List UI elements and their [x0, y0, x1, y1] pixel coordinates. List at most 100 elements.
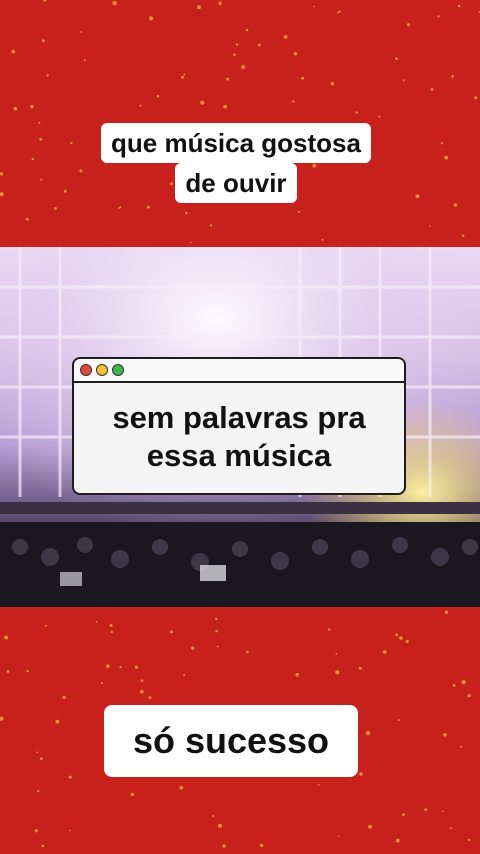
speckle	[259, 843, 264, 848]
speckle	[258, 43, 261, 47]
speckle	[467, 838, 471, 842]
speckle	[399, 636, 403, 640]
speckle	[63, 189, 67, 193]
speckle	[457, 4, 461, 8]
speckle	[4, 635, 9, 640]
speckle	[330, 81, 335, 86]
speckle	[46, 74, 49, 77]
speckle	[185, 212, 188, 215]
speckle	[395, 57, 398, 60]
speckle	[6, 670, 10, 673]
speckle	[31, 157, 34, 161]
speckle	[474, 96, 478, 100]
speckle	[40, 178, 43, 181]
popup-message: sem palavras pra essa música	[74, 383, 404, 475]
speckle	[43, 0, 47, 2]
speckle	[444, 610, 449, 614]
speckle	[245, 28, 249, 32]
speckle	[38, 121, 41, 124]
speckle	[215, 617, 218, 621]
top-caption: que música gostosa de ouvir	[90, 123, 382, 203]
speckle	[461, 234, 465, 238]
speckle	[283, 35, 288, 39]
speckle	[317, 784, 320, 786]
speckle	[30, 105, 34, 109]
speckle	[313, 5, 315, 8]
speckle	[365, 730, 371, 736]
speckle	[95, 620, 98, 623]
speckle	[338, 10, 341, 13]
speckle	[424, 808, 428, 811]
speckle	[112, 1, 117, 6]
speckle	[79, 169, 83, 173]
top-caption-line-2: de ouvir	[175, 163, 297, 203]
speckle	[395, 838, 400, 843]
window-close-dot-icon[interactable]	[80, 364, 92, 376]
speckle	[449, 827, 452, 830]
top-caption-line-1: que música gostosa	[101, 123, 371, 163]
speckle	[139, 104, 142, 107]
speckle	[183, 73, 186, 76]
speckle	[54, 207, 57, 210]
speckle	[183, 674, 186, 677]
speckle	[444, 155, 448, 160]
speckle	[382, 650, 387, 654]
speckle	[467, 693, 471, 698]
speckle	[443, 733, 447, 737]
speckle	[337, 11, 340, 14]
speckle	[200, 100, 205, 105]
popup-line-2: essa música	[146, 438, 332, 473]
speckle	[70, 141, 73, 145]
speckle	[109, 624, 113, 627]
bottom-caption: só sucesso	[104, 705, 358, 777]
popup-title-bar	[74, 359, 404, 383]
speckle	[130, 792, 134, 797]
speckle	[395, 633, 398, 637]
speckle	[62, 695, 66, 700]
speckle	[100, 682, 103, 685]
speckle	[40, 757, 43, 760]
speckle	[41, 39, 45, 43]
speckle	[146, 205, 150, 209]
speckle	[13, 106, 18, 111]
speckle	[80, 31, 82, 33]
speckle	[55, 719, 60, 724]
speckle	[118, 207, 120, 210]
speckle	[25, 217, 29, 221]
speckle	[37, 789, 40, 793]
speckle	[402, 79, 405, 82]
speckle	[215, 629, 218, 633]
speckle	[405, 639, 409, 644]
speckle	[368, 824, 373, 829]
speckle	[218, 1, 222, 5]
speckle	[83, 59, 86, 62]
window-minimize-dot-icon[interactable]	[96, 364, 108, 376]
speckle	[222, 844, 226, 848]
speckle	[140, 679, 144, 682]
speckle	[453, 203, 458, 207]
speckle	[241, 65, 246, 70]
speckle	[110, 630, 114, 634]
speckle	[401, 813, 405, 816]
popup-window: sem palavras pra essa música	[72, 357, 406, 495]
speckle	[293, 52, 298, 56]
speckle	[156, 94, 160, 98]
speckle	[69, 829, 71, 832]
speckle	[212, 815, 215, 818]
speckle	[440, 142, 443, 145]
speckle	[148, 696, 152, 700]
speckle	[337, 835, 340, 837]
speckle	[442, 810, 444, 813]
speckle	[301, 76, 304, 80]
speckle	[26, 669, 29, 673]
speckle	[41, 844, 45, 848]
speckle	[451, 75, 455, 78]
speckle	[335, 653, 338, 655]
speckle	[209, 224, 212, 227]
window-maximize-dot-icon[interactable]	[112, 364, 124, 376]
speckle	[191, 646, 195, 650]
speckle	[235, 43, 239, 46]
speckle	[452, 684, 456, 687]
speckle	[44, 624, 47, 627]
speckle	[0, 716, 4, 721]
